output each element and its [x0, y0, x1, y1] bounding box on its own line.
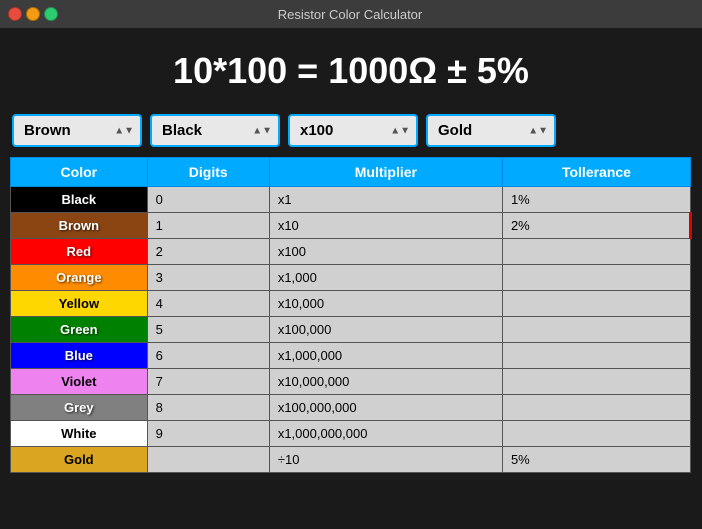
table-row: Green5x100,000	[11, 317, 691, 343]
digits-cell: 3	[147, 265, 269, 291]
dropdowns-row: BlackBrownRedOrangeYellowGreenBlueViolet…	[10, 114, 692, 147]
digits-cell: 7	[147, 369, 269, 395]
multiplier-cell: x1,000,000,000	[269, 421, 502, 447]
table-container: Color Digits Multiplier Tollerance Black…	[10, 157, 692, 473]
window-title: Resistor Color Calculator	[66, 7, 634, 22]
table-row: Yellow4x10,000	[11, 291, 691, 317]
band2-select[interactable]: BlackBrownRedOrangeYellowGreenBlueViolet…	[150, 114, 280, 147]
tolerance-cell	[502, 291, 690, 317]
digits-cell: 9	[147, 421, 269, 447]
header-digits: Digits	[147, 158, 269, 187]
color-cell-violet: Violet	[11, 369, 148, 395]
table-row: Grey8x100,000,000	[11, 395, 691, 421]
tolerance-cell: 2%	[502, 213, 690, 239]
color-table: Color Digits Multiplier Tollerance Black…	[10, 157, 692, 473]
tolerance-cell	[502, 421, 690, 447]
color-cell-brown: Brown	[11, 213, 148, 239]
color-cell-orange: Orange	[11, 265, 148, 291]
multiplier-cell: x10	[269, 213, 502, 239]
digits-cell: 4	[147, 291, 269, 317]
table-row: Brown1x102%	[11, 213, 691, 239]
color-cell-gold: Gold	[11, 447, 148, 473]
color-cell-white: White	[11, 421, 148, 447]
tolerance-cell	[502, 317, 690, 343]
band2-dropdown-wrapper[interactable]: BlackBrownRedOrangeYellowGreenBlueViolet…	[150, 114, 280, 147]
main-container: 10*100 = 1000Ω ± 5% BlackBrownRedOrangeY…	[0, 28, 702, 483]
multiplier-cell: x1	[269, 187, 502, 213]
digits-cell	[147, 447, 269, 473]
color-cell-grey: Grey	[11, 395, 148, 421]
tolerance-cell: 5%	[502, 447, 690, 473]
color-cell-yellow: Yellow	[11, 291, 148, 317]
multiplier-cell: x1,000	[269, 265, 502, 291]
digits-cell: 5	[147, 317, 269, 343]
digits-cell: 2	[147, 239, 269, 265]
band1-dropdown-wrapper[interactable]: BlackBrownRedOrangeYellowGreenBlueViolet…	[12, 114, 142, 147]
tolerance-cell	[502, 239, 690, 265]
header-color: Color	[11, 158, 148, 187]
table-row: Orange3x1,000	[11, 265, 691, 291]
header-multiplier: Multiplier	[269, 158, 502, 187]
color-cell-red: Red	[11, 239, 148, 265]
multiplier-cell: x100,000	[269, 317, 502, 343]
header-tolerance: Tollerance	[502, 158, 690, 187]
tolerance-cell	[502, 395, 690, 421]
table-row: Gold ÷105%	[11, 447, 691, 473]
digits-cell: 1	[147, 213, 269, 239]
multiplier-cell: x1,000,000	[269, 343, 502, 369]
formula-display: 10*100 = 1000Ω ± 5%	[10, 38, 692, 104]
color-cell-green: Green	[11, 317, 148, 343]
tolerance-cell: 1%	[502, 187, 690, 213]
tolerance-select[interactable]: BrownRedGoldSilverNone	[426, 114, 556, 147]
minimize-button[interactable]	[26, 7, 40, 21]
color-cell-black: Black	[11, 187, 148, 213]
close-button[interactable]	[8, 7, 22, 21]
multiplier-dropdown-wrapper[interactable]: x1x10x100x1,000x10,000x100,000x1,000,000…	[288, 114, 418, 147]
table-header: Color Digits Multiplier Tollerance	[11, 158, 691, 187]
multiplier-cell: x10,000	[269, 291, 502, 317]
multiplier-cell: x100,000,000	[269, 395, 502, 421]
tolerance-cell	[502, 369, 690, 395]
digits-cell: 6	[147, 343, 269, 369]
digits-cell: 8	[147, 395, 269, 421]
table-body: Black0x11%Brown1x102%Red2x100Orange3x1,0…	[11, 187, 691, 473]
color-cell-blue: Blue	[11, 343, 148, 369]
table-row: Red2x100	[11, 239, 691, 265]
tolerance-cell	[502, 265, 690, 291]
digits-cell: 0	[147, 187, 269, 213]
multiplier-select[interactable]: x1x10x100x1,000x10,000x100,000x1,000,000…	[288, 114, 418, 147]
title-bar: Resistor Color Calculator	[0, 0, 702, 28]
tolerance-cell	[502, 343, 690, 369]
table-row: Black0x11%	[11, 187, 691, 213]
table-row: Violet7x10,000,000	[11, 369, 691, 395]
band1-select[interactable]: BlackBrownRedOrangeYellowGreenBlueViolet…	[12, 114, 142, 147]
header-row: Color Digits Multiplier Tollerance	[11, 158, 691, 187]
multiplier-cell: x100	[269, 239, 502, 265]
tolerance-dropdown-wrapper[interactable]: BrownRedGoldSilverNone ▲▼	[426, 114, 556, 147]
table-row: Blue6x1,000,000	[11, 343, 691, 369]
window-controls[interactable]	[8, 7, 58, 21]
multiplier-cell: x10,000,000	[269, 369, 502, 395]
maximize-button[interactable]	[44, 7, 58, 21]
multiplier-cell: ÷10	[269, 447, 502, 473]
table-row: White9x1,000,000,000	[11, 421, 691, 447]
